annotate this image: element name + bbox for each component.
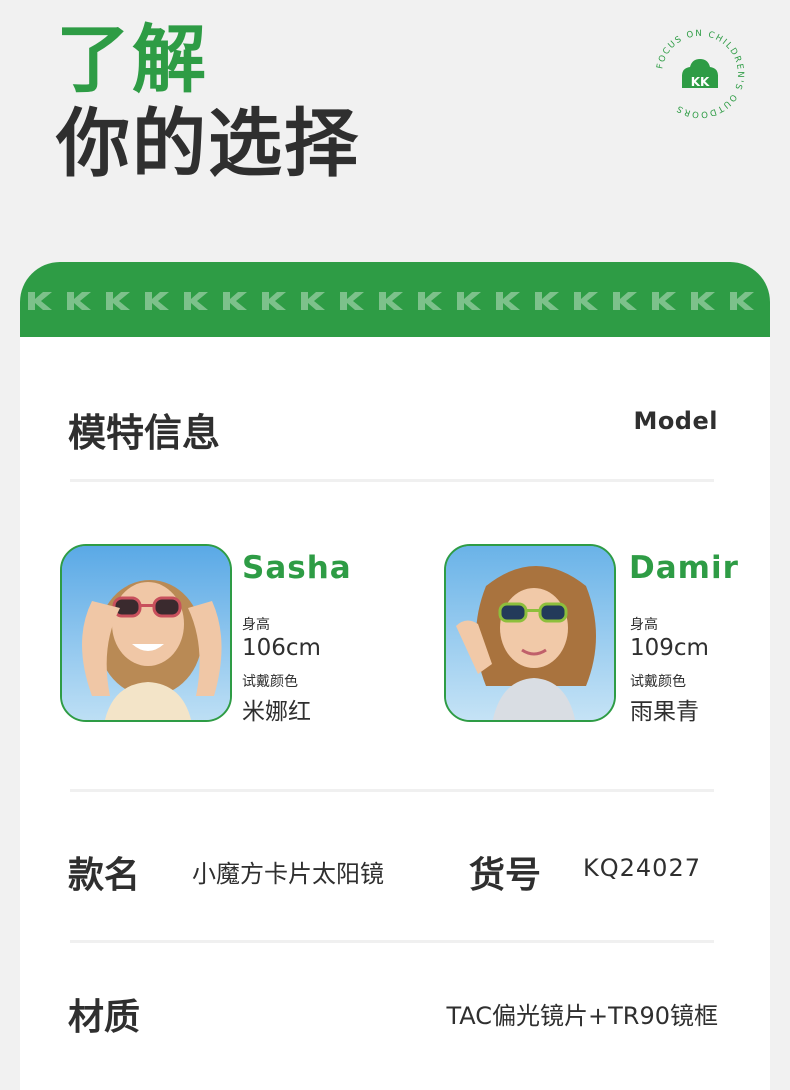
kk-pattern-icon [67, 292, 91, 310]
product-name-label: 款名 [68, 855, 141, 896]
kk-pattern-icon [574, 292, 598, 310]
kk-pattern-icon [379, 292, 403, 310]
model-photo-sasha [60, 544, 232, 722]
kk-pattern-icon [652, 292, 676, 310]
divider [70, 789, 714, 792]
kk-pattern-icon [28, 292, 52, 310]
material-value: TAC偏光镜片+TR90镜框 [446, 1002, 718, 1030]
sku-label: 货号 [469, 855, 542, 896]
kk-pattern-icon [496, 292, 520, 310]
height-value: 109cm [630, 635, 709, 661]
kk-pattern-icon [184, 292, 208, 310]
divider [70, 940, 714, 943]
color-value: 米娜红 [242, 699, 311, 725]
model-section-title: 模特信息 [68, 411, 221, 455]
sku-value: KQ24027 [583, 854, 701, 882]
kk-pattern-icon [223, 292, 247, 310]
color-label: 试戴颜色 [630, 674, 686, 690]
kk-pattern-icon [262, 292, 286, 310]
model-section-subtitle: Model [633, 407, 718, 435]
height-value: 106cm [242, 635, 321, 661]
model-name-damir: Damir [629, 550, 739, 586]
color-value: 雨果青 [630, 699, 699, 725]
product-name-value: 小魔方卡片太阳镜 [192, 860, 384, 888]
kk-pattern-icon [457, 292, 481, 310]
material-label: 材质 [68, 997, 141, 1038]
model-photo-damir [444, 544, 616, 722]
model-name-sasha: Sasha [242, 550, 352, 586]
divider [70, 479, 714, 482]
hero-title: 了解 你的选择 [56, 18, 360, 186]
hero-title-line1: 了解 [56, 17, 208, 103]
kk-pattern-icon [301, 292, 325, 310]
kk-pattern-icon [613, 292, 637, 310]
cloud-icon [682, 59, 718, 76]
kk-pattern-icon [340, 292, 364, 310]
kk-pattern [26, 290, 767, 312]
kk-pattern-icon [535, 292, 559, 310]
hero-title-line2: 你的选择 [56, 101, 360, 187]
kk-pattern-icon [730, 292, 754, 310]
kk-pattern-icon [106, 292, 130, 310]
kk-pattern-icon [145, 292, 169, 310]
badge-logo-text: KK [691, 75, 710, 89]
card-header-banner [20, 262, 770, 337]
kk-pattern-icon [418, 292, 442, 310]
info-card: 模特信息 Model Sasha 身高 106cm 试戴颜色 米娜红 Damir… [20, 262, 770, 1090]
height-label: 身高 [242, 617, 270, 633]
height-label: 身高 [630, 617, 658, 633]
kk-pattern-icon [691, 292, 715, 310]
brand-badge-logo: FOCUS ON CHILDREN'S OUTDOORS KK [652, 26, 748, 122]
color-label: 试戴颜色 [242, 674, 298, 690]
